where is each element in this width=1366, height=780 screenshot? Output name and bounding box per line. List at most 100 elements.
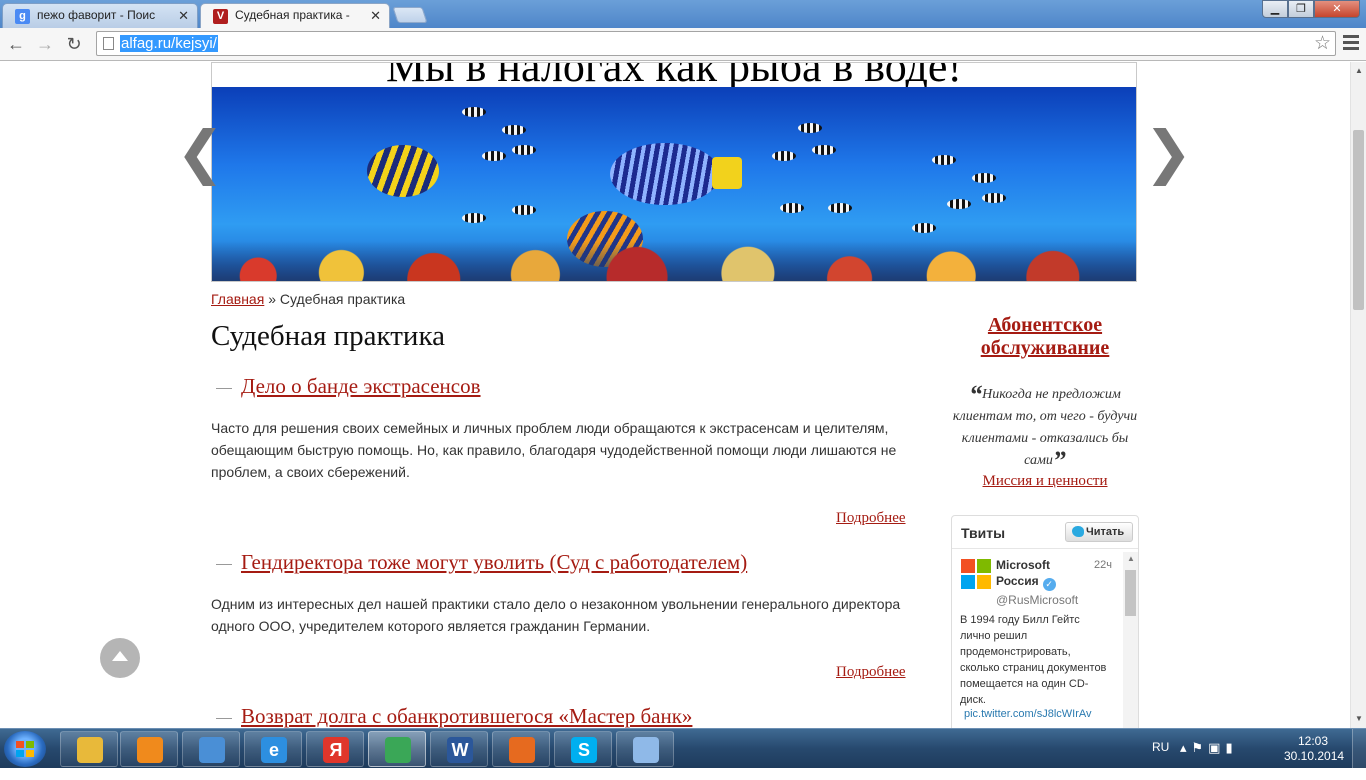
scroll-up-icon[interactable]: ▲ [1127, 554, 1135, 563]
article-item: Гендиректора тоже могут уволить (Суд с р… [211, 550, 911, 637]
fish-image [798, 123, 822, 133]
scroll-up-icon[interactable]: ▲ [1355, 66, 1363, 75]
fish-image [772, 151, 796, 161]
taskbar-button[interactable] [616, 731, 674, 767]
page-icon [103, 37, 114, 50]
start-button[interactable] [4, 731, 46, 767]
taskbar-button[interactable]: e [244, 731, 302, 767]
media-player-icon [137, 737, 163, 763]
show-desktop-button[interactable] [1352, 729, 1366, 769]
breadcrumb-home-link[interactable]: Главная [211, 291, 264, 307]
close-window-button[interactable]: ✕ [1314, 0, 1360, 18]
taskbar-button[interactable]: S [554, 731, 612, 767]
taskbar-button[interactable]: W [430, 731, 488, 767]
clock-time: 12:03 [1297, 734, 1329, 748]
scroll-down-icon[interactable]: ▼ [1355, 714, 1363, 723]
internet-explorer-icon: e [261, 737, 287, 763]
page-title: Судебная практика [211, 320, 445, 352]
breadcrumb-separator: » [268, 291, 276, 307]
fish-image [610, 143, 742, 205]
article-title-link[interactable]: Возврат долга с обанкротившегося «Мастер… [241, 704, 692, 728]
windows-taskbar: eЯWS RU ▴⚑▣▮ 12:03 30.10.2014 [0, 728, 1366, 769]
explorer-icon [77, 737, 103, 763]
coral-reef-image [212, 213, 1136, 281]
reload-button[interactable]: ↻ [62, 32, 86, 56]
fish-image [982, 193, 1006, 203]
quote-close-mark: ” [1052, 446, 1066, 475]
fish-image [502, 125, 526, 135]
scrollbar-thumb[interactable] [1353, 130, 1364, 310]
language-indicator[interactable]: RU [1152, 740, 1169, 780]
tab-title: Судебная практика - Пра [235, 8, 353, 22]
taskbar-button[interactable]: Я [306, 731, 364, 767]
tab-title: пежо фаворит - Поиск в [37, 8, 155, 22]
forward-button[interactable]: → [33, 32, 57, 56]
fish-image [947, 199, 971, 209]
page-scrollbar[interactable]: ▲ ▼ [1350, 62, 1366, 728]
tab-court-practice[interactable]: V Судебная практика - Пра ✕ [200, 3, 390, 28]
slider-next-arrow-icon[interactable]: ❯ [1144, 122, 1193, 182]
tweet-handle[interactable]: @RusMicrosoft [996, 593, 1078, 607]
mission-values-link[interactable]: Миссия и ценности [951, 473, 1139, 490]
tweet-timestamp[interactable]: 22ч [1094, 559, 1112, 571]
chrome-icon [385, 737, 411, 763]
maximize-button[interactable]: ❐ [1288, 0, 1314, 18]
tab-strip: g пежо фаворит - Поиск в ✕ V Судебная пр… [0, 0, 1366, 28]
scrollbar-thumb[interactable] [1125, 570, 1136, 616]
fish-image [812, 145, 836, 155]
tweet-account-name[interactable]: Microsoft Россия ✓ [996, 557, 1076, 591]
twitter-widget-header: Твиты Читать [952, 516, 1138, 549]
back-button[interactable]: ← [4, 32, 28, 56]
article-heading: Дело о банде экстрасенсов [211, 374, 911, 399]
breadcrumb: Главная » Судебная практика [211, 291, 405, 307]
skype-icon: S [571, 737, 597, 763]
url-text[interactable]: alfag.ru/kejsyi/ [120, 35, 218, 52]
slider-prev-arrow-icon[interactable]: ❮ [176, 122, 225, 182]
minimize-button[interactable]: ▁ [1262, 0, 1288, 18]
article-heading: Возврат долга с обанкротившегося «Мастер… [211, 704, 911, 728]
twitter-follow-label: Читать [1086, 526, 1125, 538]
twitter-follow-button[interactable]: Читать [1065, 522, 1133, 542]
aquarium-image [212, 87, 1136, 281]
article-title-link[interactable]: Гендиректора тоже могут уволить (Суд с р… [241, 550, 747, 574]
fish-image [932, 155, 956, 165]
taskbar-button[interactable] [368, 731, 426, 767]
twitter-widget: Твиты Читать Microsoft Россия ✓ @RusMicro… [951, 515, 1139, 728]
new-tab-button[interactable] [392, 7, 428, 23]
taskbar-button[interactable] [182, 731, 240, 767]
article-excerpt: Одним из интересных дел нашей практики с… [211, 596, 901, 634]
tweet-link[interactable]: pic.twitter.com/sJ8lcWIrAv [964, 708, 1092, 720]
dash-icon [216, 717, 232, 719]
twitter-widget-title: Твиты [961, 525, 1006, 541]
tab-google-search[interactable]: g пежо фаворит - Поиск в ✕ [2, 3, 198, 28]
system-tray-icons[interactable]: ▴⚑▣▮ [1180, 740, 1238, 780]
subscription-service-link[interactable]: Абонентское обслуживание [951, 314, 1139, 360]
clock[interactable]: 12:03 30.10.2014 [1284, 734, 1344, 774]
article-excerpt: Часто для решения своих семейных и личны… [211, 420, 897, 480]
menu-icon[interactable] [1343, 35, 1359, 51]
twitter-widget-scrollbar[interactable]: ▲ [1123, 552, 1138, 728]
article-heading: Гендиректора тоже могут уволить (Суд с р… [211, 550, 911, 575]
taskbar-button[interactable] [492, 731, 550, 767]
fish-image [462, 107, 486, 117]
fish-image [482, 151, 506, 161]
fish-image [828, 203, 852, 213]
scroll-to-top-button[interactable] [100, 638, 140, 678]
verified-badge-icon: ✓ [1042, 578, 1056, 591]
close-tab-icon[interactable]: ✕ [178, 8, 189, 24]
breadcrumb-current: Судебная практика [279, 291, 406, 307]
mission-quote: “Никогда не предложим клиентам то, от че… [951, 382, 1139, 475]
dash-icon [216, 387, 232, 389]
fish-image [512, 145, 536, 155]
google-icon: g [15, 9, 30, 24]
taskbar-button[interactable] [60, 731, 118, 767]
windows-logo-icon [16, 741, 34, 757]
article-item: Возврат долга с обанкротившегося «Мастер… [211, 704, 911, 728]
close-tab-icon[interactable]: ✕ [370, 8, 381, 24]
address-bar[interactable]: alfag.ru/kejsyi/ ☆ [96, 31, 1336, 56]
page-viewport: Мы в налогах как рыба в воде! ❮ ❯ Главна… [0, 62, 1350, 728]
taskbar-button[interactable] [120, 731, 178, 767]
bookmark-star-icon[interactable]: ☆ [1314, 32, 1331, 55]
article-item: Дело о банде экстрасенсов Часто для реше… [211, 374, 911, 483]
article-title-link[interactable]: Дело о банде экстрасенсов [241, 374, 481, 398]
